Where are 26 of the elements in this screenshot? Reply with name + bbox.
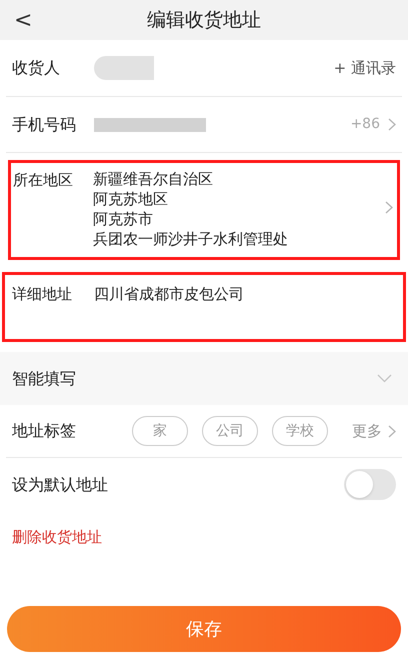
field-label: 详细地址: [12, 284, 73, 305]
field-label: 所在地区: [13, 170, 74, 191]
smart-fill-row[interactable]: 智能填写: [0, 352, 408, 405]
region-row[interactable]: 所在地区 新疆维吾尔自治区 阿克苏地区 阿克苏市 兵团农一师沙井子水利管理处: [8, 160, 400, 260]
delete-address-link[interactable]: 删除收货地址: [12, 526, 102, 548]
region-line: 兵团农一师沙井子水利管理处: [93, 229, 288, 249]
default-toggle[interactable]: [344, 469, 396, 500]
toggle-knob: [346, 471, 373, 498]
region-line: 阿克苏地区: [93, 189, 169, 209]
contacts-link[interactable]: + 通讯录: [334, 56, 396, 80]
field-label: 收货人: [12, 57, 61, 79]
region-line: 阿克苏市: [93, 209, 154, 229]
field-label: 地址标签: [12, 420, 77, 442]
region-line: 新疆维吾尔自治区: [93, 169, 214, 189]
back-button[interactable]: <: [10, 4, 36, 36]
chevron-right-icon: [388, 118, 396, 131]
field-label: 设为默认地址: [12, 474, 108, 496]
detail-address-value[interactable]: 四川省成都市皮包公司: [94, 283, 244, 306]
field-label: 手机号码: [12, 114, 77, 136]
page-title: 编辑收货地址: [147, 8, 261, 33]
detail-row[interactable]: 详细地址 四川省成都市皮包公司: [2, 272, 406, 342]
chevron-right-icon: [388, 424, 396, 438]
chevron-right-icon: [385, 201, 393, 214]
field-label: 智能填写: [12, 368, 76, 390]
redacted-block: [94, 56, 154, 80]
country-code: +86: [350, 115, 380, 134]
